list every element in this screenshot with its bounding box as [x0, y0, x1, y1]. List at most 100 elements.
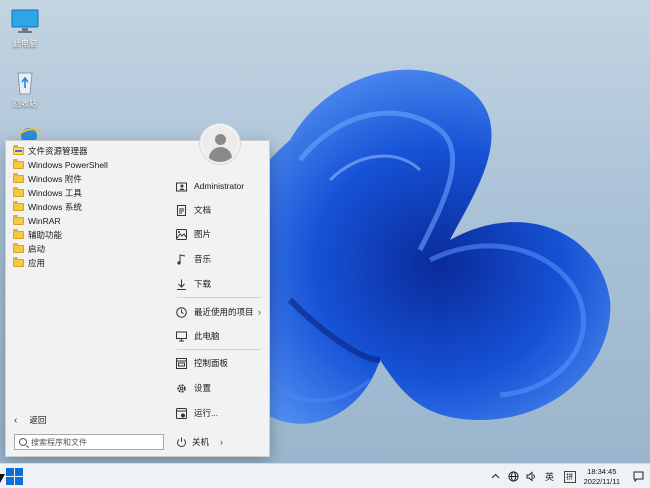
- notification-icon: [633, 471, 643, 482]
- place-label: 图片: [194, 229, 212, 239]
- place-label: 文档: [194, 205, 212, 215]
- program-item-windows-accessories[interactable]: Windows 附件: [10, 172, 165, 186]
- desktop-icon-label: 回收站: [13, 99, 37, 108]
- program-item-winrar[interactable]: WinRAR: [10, 214, 165, 228]
- power-icon: [175, 436, 187, 448]
- windows-logo-tile: [6, 468, 14, 476]
- search-box[interactable]: [14, 434, 164, 450]
- folder-icon: [13, 201, 24, 211]
- place-item-settings[interactable]: 设置: [175, 380, 267, 396]
- mouse-cursor: [0, 474, 5, 483]
- program-label: 启动: [28, 244, 46, 254]
- start-button[interactable]: [6, 468, 24, 486]
- windows-logo-tile: [6, 477, 14, 485]
- program-item-windows-tools[interactable]: Windows 工具: [10, 186, 165, 200]
- gear-icon: [175, 382, 187, 394]
- program-label: Windows 附件: [28, 174, 82, 184]
- document-icon: [175, 204, 187, 216]
- music-icon: [175, 253, 187, 265]
- place-label: 最近使用的项目: [194, 307, 254, 317]
- windows-logo-tile: [15, 477, 23, 485]
- folder-icon: [13, 187, 24, 197]
- shutdown-button[interactable]: 关机 ›: [175, 434, 223, 450]
- input-mode-indicator[interactable]: 拼: [563, 470, 576, 483]
- search-icon: [19, 438, 27, 446]
- folder-icon: [13, 229, 24, 239]
- clock-date: 2022/11/11: [583, 476, 620, 486]
- user-folder-icon: [175, 180, 187, 192]
- folder-icon: [13, 159, 24, 169]
- program-list: 文件资源管理器 Windows PowerShell Windows 附件 Wi…: [10, 144, 165, 270]
- avatar-head: [215, 134, 226, 145]
- place-item-this-pc[interactable]: 此电脑: [175, 328, 267, 344]
- folder-icon: [13, 257, 24, 267]
- desktop-icon-this-pc[interactable]: 此电脑: [3, 8, 47, 49]
- place-label: 控制面板: [194, 358, 229, 368]
- place-item-documents[interactable]: 文档: [175, 202, 267, 218]
- program-item-accessibility[interactable]: 辅助功能: [10, 228, 165, 242]
- place-item-music[interactable]: 音乐: [175, 251, 267, 267]
- start-menu-programs-pane: 文件资源管理器 Windows PowerShell Windows 附件 Wi…: [6, 141, 171, 458]
- taskbar: 英 拼 18:34:45 2022/11/11: [0, 463, 650, 488]
- computer-icon: [10, 8, 40, 36]
- clock-time: 18:34:45: [587, 466, 617, 476]
- program-item-powershell[interactable]: Windows PowerShell: [10, 158, 165, 172]
- chevron-left-icon: ‹: [14, 414, 18, 426]
- network-globe-icon[interactable]: [507, 470, 521, 484]
- place-label: 音乐: [194, 254, 212, 264]
- system-tray: 英 拼 18:34:45 2022/11/11: [487, 464, 650, 488]
- program-label: 辅助功能: [28, 230, 63, 240]
- chevron-right-icon[interactable]: ›: [220, 437, 223, 447]
- program-item-file-explorer[interactable]: 文件资源管理器: [10, 144, 165, 158]
- place-label: 运行...: [194, 408, 219, 418]
- place-label: Administrator: [194, 181, 245, 191]
- start-menu-places-pane: Administrator 文档 图片 音乐 下载 最近使用的项目 › 此电脑 …: [171, 124, 271, 458]
- chevron-right-icon: ›: [258, 307, 261, 317]
- back-button[interactable]: ‹ 返回: [14, 413, 46, 427]
- recent-clock-icon: [175, 306, 187, 318]
- back-label: 返回: [29, 415, 47, 425]
- place-item-downloads[interactable]: 下载: [175, 276, 267, 292]
- place-item-run[interactable]: 运行...: [175, 405, 267, 421]
- desktop-icon-recycle-bin[interactable]: 回收站: [3, 68, 47, 109]
- place-item-recent[interactable]: 最近使用的项目 ›: [175, 304, 267, 320]
- avatar-body: [209, 147, 232, 162]
- divider: [177, 297, 261, 298]
- file-explorer-icon: [13, 145, 24, 155]
- place-label: 此电脑: [194, 331, 220, 341]
- place-item-control-panel[interactable]: 控制面板: [175, 355, 267, 371]
- input-mode-label: 拼: [566, 473, 574, 481]
- place-item-pictures[interactable]: 图片: [175, 226, 267, 242]
- control-panel-icon: [175, 357, 187, 369]
- recycle-bin-icon: [10, 68, 40, 96]
- start-menu: 文件资源管理器 Windows PowerShell Windows 附件 Wi…: [5, 124, 271, 458]
- picture-icon: [175, 228, 187, 240]
- avatar[interactable]: [200, 124, 240, 164]
- folder-icon: [13, 243, 24, 253]
- search-input[interactable]: [31, 437, 151, 447]
- clock[interactable]: 18:34:45 2022/11/11: [584, 467, 620, 487]
- desktop-icon-label: 此电脑: [13, 39, 37, 48]
- program-label: WinRAR: [28, 216, 61, 226]
- windows-logo-tile: [15, 468, 23, 476]
- divider: [177, 349, 261, 350]
- volume-icon[interactable]: [525, 470, 539, 484]
- shutdown-label: 关机: [192, 437, 210, 447]
- place-item-administrator[interactable]: Administrator: [175, 178, 267, 194]
- download-icon: [175, 278, 187, 290]
- program-item-apps[interactable]: 应用: [10, 256, 165, 270]
- program-item-startup[interactable]: 启动: [10, 242, 165, 256]
- computer-icon: [175, 330, 187, 342]
- ime-language-indicator[interactable]: 英: [543, 470, 557, 484]
- program-label: Windows 系统: [28, 202, 82, 212]
- place-label: 下载: [194, 279, 212, 289]
- folder-icon: [13, 215, 24, 225]
- folder-icon: [13, 173, 24, 183]
- program-label: Windows 工具: [28, 188, 82, 198]
- notification-button[interactable]: [626, 464, 650, 488]
- place-label: 设置: [194, 383, 212, 393]
- run-icon: [175, 407, 187, 419]
- chevron-up-icon[interactable]: [489, 470, 503, 484]
- program-label: Windows PowerShell: [28, 160, 108, 170]
- program-item-windows-system[interactable]: Windows 系统: [10, 200, 165, 214]
